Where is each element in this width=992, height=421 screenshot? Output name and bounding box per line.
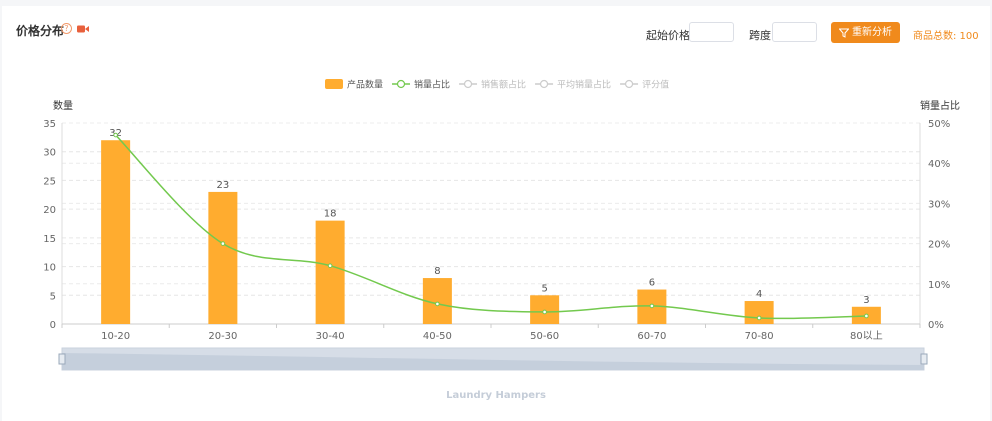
legend-marker[interactable] bbox=[624, 79, 634, 89]
bar[interactable] bbox=[744, 301, 774, 324]
x-tick-label: 50-60 bbox=[530, 331, 559, 342]
datazoom-handle[interactable] bbox=[920, 353, 928, 365]
bar-data-label: 23 bbox=[217, 180, 230, 191]
x-tick-label: 10-20 bbox=[101, 331, 130, 342]
line-point[interactable] bbox=[542, 309, 547, 315]
y-left-tick-label: 35 bbox=[43, 119, 56, 130]
bar[interactable] bbox=[315, 220, 345, 324]
y-axis-left-title: 数量 bbox=[53, 99, 73, 112]
line-point[interactable] bbox=[649, 303, 655, 309]
x-tick-label: 70-80 bbox=[745, 331, 774, 342]
line-point[interactable] bbox=[327, 263, 333, 269]
bar[interactable] bbox=[101, 140, 131, 324]
legend-label[interactable]: 销售额占比 bbox=[481, 79, 526, 91]
legend-label[interactable]: 评分值 bbox=[642, 79, 669, 91]
legend-label[interactable]: 平均销量占比 bbox=[557, 79, 611, 91]
bar-data-label: 4 bbox=[756, 289, 762, 300]
y-axis-right-title: 销量占比 bbox=[920, 99, 960, 112]
x-tick-label: 80以上 bbox=[850, 330, 883, 342]
line-point[interactable] bbox=[756, 315, 762, 321]
datazoom-caption: Laundry Hampers bbox=[446, 390, 546, 401]
legend-marker[interactable] bbox=[539, 79, 549, 89]
y-left-tick-label: 10 bbox=[43, 263, 56, 274]
y-right-tick-label: 20% bbox=[928, 240, 950, 251]
y-right-tick-label: 10% bbox=[928, 280, 950, 291]
bar-data-label: 6 bbox=[649, 278, 655, 289]
bar-data-label: 18 bbox=[324, 209, 337, 220]
y-right-tick-label: 30% bbox=[928, 199, 950, 210]
y-right-tick-label: 40% bbox=[928, 159, 950, 170]
legend-swatch[interactable] bbox=[325, 79, 343, 89]
y-left-tick-label: 30 bbox=[43, 148, 56, 159]
datazoom-handle[interactable] bbox=[58, 353, 66, 365]
legend-label[interactable]: 销量占比 bbox=[414, 79, 450, 91]
legend-label[interactable]: 产品数量 bbox=[347, 79, 383, 91]
x-tick-label: 30-40 bbox=[316, 331, 345, 342]
x-tick-label: 20-30 bbox=[208, 331, 237, 342]
line-point[interactable] bbox=[113, 132, 118, 138]
legend-marker[interactable] bbox=[396, 79, 406, 89]
y-left-tick-label: 25 bbox=[43, 176, 56, 187]
line-point[interactable] bbox=[220, 241, 226, 246]
x-tick-label: 60-70 bbox=[637, 331, 666, 342]
bar-data-label: 8 bbox=[434, 266, 440, 277]
legend-marker[interactable] bbox=[463, 79, 473, 89]
bar-data-label: 5 bbox=[541, 283, 547, 294]
y-left-tick-label: 0 bbox=[50, 320, 56, 331]
y-left-tick-label: 20 bbox=[43, 205, 56, 216]
y-left-tick-label: 15 bbox=[43, 234, 56, 245]
line-point[interactable] bbox=[435, 301, 440, 307]
y-left-tick-label: 5 bbox=[50, 291, 56, 302]
bar-data-label: 3 bbox=[863, 295, 869, 306]
line-point[interactable] bbox=[864, 313, 869, 319]
price-distribution-chart: 051015202530350%10%20%30%40%50%数量 销量占比10-… bbox=[43, 79, 960, 402]
y-right-tick-label: 50% bbox=[928, 119, 950, 130]
x-tick-label: 40-50 bbox=[423, 331, 452, 342]
bar[interactable] bbox=[208, 191, 238, 324]
y-right-tick-label: 0% bbox=[928, 320, 944, 331]
